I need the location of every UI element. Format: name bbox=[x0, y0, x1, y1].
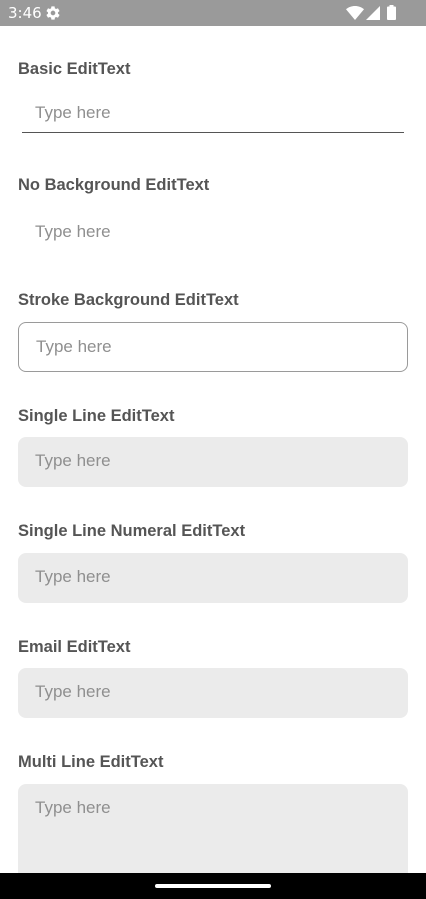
no-background-edittext-placeholder: Type here bbox=[35, 222, 111, 241]
single-line-numeral-edittext-field[interactable]: Type here bbox=[18, 553, 408, 603]
basic-edittext-label: Basic EditText bbox=[18, 60, 131, 78]
signal-icon bbox=[366, 6, 380, 20]
single-line-numeral-edittext-placeholder: Type here bbox=[35, 567, 111, 586]
email-edittext-placeholder: Type here bbox=[35, 682, 111, 701]
status-time: 3:46 bbox=[8, 4, 42, 22]
multi-line-edittext-label: Multi Line EditText bbox=[18, 753, 164, 771]
gear-icon bbox=[46, 6, 60, 20]
basic-edittext-placeholder: Type here bbox=[35, 103, 111, 122]
navigation-bar bbox=[0, 873, 426, 899]
status-bar: 3:46 bbox=[0, 0, 426, 26]
basic-edittext-field[interactable]: Type here bbox=[22, 97, 404, 133]
wifi-icon bbox=[346, 6, 364, 20]
multi-line-edittext-placeholder: Type here bbox=[35, 798, 111, 817]
single-line-edittext-label: Single Line EditText bbox=[18, 407, 175, 425]
email-edittext-label: Email EditText bbox=[18, 638, 131, 656]
single-line-edittext-field[interactable]: Type here bbox=[18, 437, 408, 487]
multi-line-edittext-field[interactable]: Type here bbox=[18, 784, 408, 873]
stroke-background-edittext-placeholder: Type here bbox=[36, 337, 112, 356]
stroke-background-edittext-label: Stroke Background EditText bbox=[18, 291, 239, 309]
home-gesture-handle[interactable] bbox=[155, 884, 271, 888]
no-background-edittext-field[interactable]: Type here bbox=[18, 208, 408, 256]
no-background-edittext-label: No Background EditText bbox=[18, 176, 210, 194]
single-line-edittext-placeholder: Type here bbox=[35, 451, 111, 470]
single-line-numeral-edittext-label: Single Line Numeral EditText bbox=[18, 522, 246, 540]
email-edittext-field[interactable]: Type here bbox=[18, 668, 408, 718]
edittext-list: Basic EditText Type here No Background E… bbox=[0, 26, 426, 873]
stroke-background-edittext-field[interactable]: Type here bbox=[18, 322, 408, 372]
battery-icon bbox=[387, 5, 396, 20]
